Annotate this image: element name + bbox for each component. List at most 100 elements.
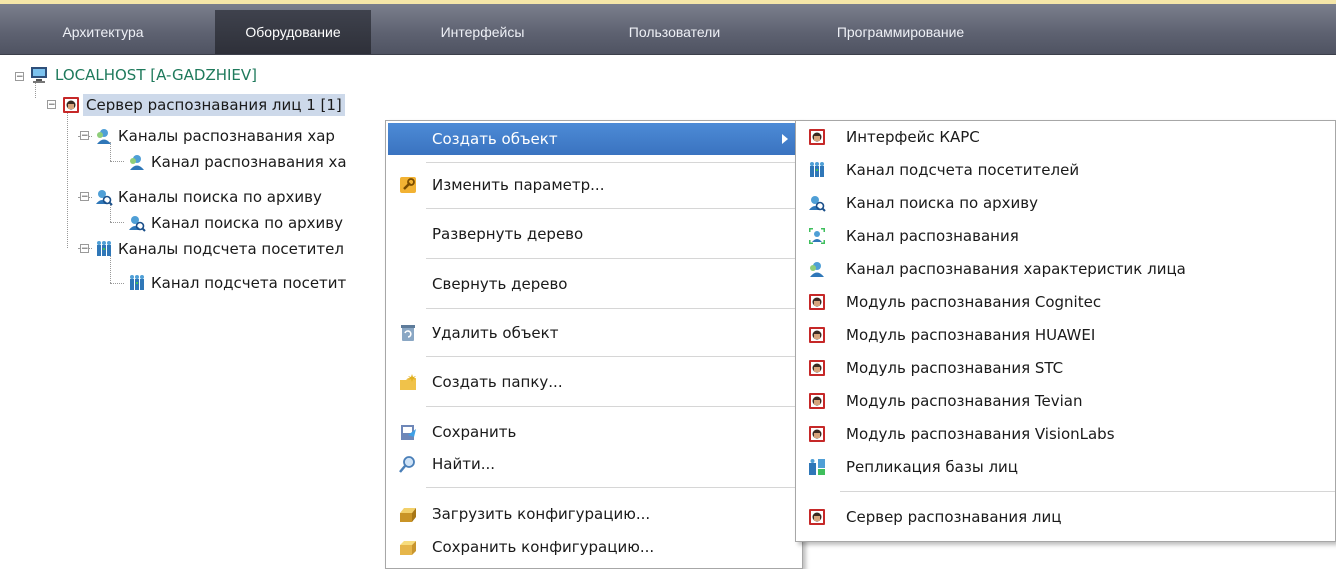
wrench-icon bbox=[399, 176, 417, 194]
tree-node-search-channels[interactable]: Каналы поиска по архиву bbox=[115, 186, 325, 208]
menu-item-label: Развернуть дерево bbox=[432, 225, 584, 243]
expander-search-channels[interactable]: − bbox=[80, 192, 89, 202]
menu-item-create-object[interactable]: Создать объект bbox=[388, 123, 800, 155]
submenu-item-label: Репликация базы лиц bbox=[846, 458, 1018, 476]
tree-node-label: Каналы подсчета посетител bbox=[118, 240, 344, 258]
create-object-submenu: Интерфейс КАРС Канал подсчета посетителе… bbox=[795, 120, 1336, 542]
search-icon bbox=[399, 455, 416, 473]
replication-icon bbox=[809, 459, 825, 475]
context-menu: Создать объект Изменить параметр... Разв… bbox=[385, 120, 803, 569]
visitor-counter-icon bbox=[810, 162, 824, 177]
submenu-item-archive-search[interactable]: Канал поиска по архиву bbox=[798, 187, 1333, 219]
submenu-item-kars-interface[interactable]: Интерфейс КАРС bbox=[798, 121, 1333, 153]
submenu-item-label: Канал распознавания характеристик лица bbox=[846, 260, 1186, 278]
menu-separator bbox=[426, 308, 796, 309]
tree-node-label: Канал поиска по архиву bbox=[151, 214, 344, 232]
load-config-icon bbox=[400, 508, 416, 522]
submenu-item-face-server[interactable]: Сервер распознавания лиц bbox=[798, 501, 1333, 533]
submenu-item-visionlabs[interactable]: Модуль распознавания VisionLabs bbox=[798, 418, 1333, 450]
menu-item-label: Сохранить конфигурацию... bbox=[432, 538, 655, 556]
archive-search-icon bbox=[808, 195, 826, 212]
face-module-icon bbox=[809, 294, 825, 310]
visitor-counter-icon bbox=[130, 275, 144, 290]
tab-programming[interactable]: Программирование bbox=[793, 10, 1008, 54]
submenu-item-face-attributes-channel[interactable]: Канал распознавания характеристик лица bbox=[798, 253, 1333, 285]
menu-item-label: Изменить параметр... bbox=[432, 176, 605, 194]
submenu-item-label: Канал поиска по архиву bbox=[846, 194, 1039, 212]
tree-node-counter-channel[interactable]: Канал подсчета посетит bbox=[148, 272, 349, 294]
tree-line bbox=[35, 82, 36, 98]
menu-item-expand-tree[interactable]: Развернуть дерево bbox=[388, 218, 800, 250]
tree-node-recognition-channels[interactable]: Каналы распознавания хар bbox=[115, 125, 338, 147]
menu-item-find[interactable]: Найти... bbox=[388, 448, 800, 480]
tree-node-counter-channels[interactable]: Каналы подсчета посетител bbox=[115, 238, 347, 260]
archive-search-icon bbox=[95, 189, 113, 206]
expander-recognition-channels[interactable]: − bbox=[80, 131, 89, 141]
submenu-item-label: Модуль распознавания VisionLabs bbox=[846, 425, 1115, 443]
menu-item-collapse-tree[interactable]: Свернуть дерево bbox=[388, 268, 800, 300]
save-config-icon bbox=[400, 541, 416, 555]
tree-node-recognition-channel[interactable]: Канал распознавания ха bbox=[148, 151, 350, 173]
delete-icon bbox=[400, 324, 416, 342]
submenu-item-label: Канал распознавания bbox=[846, 227, 1019, 245]
menu-separator bbox=[426, 406, 796, 407]
tree-line bbox=[110, 204, 111, 222]
visitor-counter-icon bbox=[97, 241, 111, 256]
tree-node-label: Каналы распознавания хар bbox=[118, 127, 335, 145]
face-module-icon bbox=[809, 129, 825, 145]
tree-node-localhost[interactable]: LOCALHOST [A-GADZHIEV] bbox=[52, 64, 260, 86]
face-module-icon bbox=[809, 509, 825, 525]
submenu-item-cognitec[interactable]: Модуль распознавания Cognitec bbox=[798, 286, 1333, 318]
tree-line bbox=[110, 283, 124, 284]
face-module-icon bbox=[809, 360, 825, 376]
menu-item-label: Загрузить конфигурацию... bbox=[432, 505, 651, 523]
menu-separator bbox=[840, 491, 1335, 492]
menu-item-save-config[interactable]: Сохранить конфигурацию... bbox=[388, 531, 800, 563]
archive-search-icon bbox=[128, 215, 146, 232]
expander-server[interactable]: − bbox=[47, 100, 56, 110]
submenu-item-huawei[interactable]: Модуль распознавания HUAWEI bbox=[798, 319, 1333, 351]
submenu-item-recognition-channel[interactable]: Канал распознавания bbox=[798, 220, 1333, 252]
tree-node-search-channel[interactable]: Канал поиска по архиву bbox=[148, 212, 346, 234]
face-module-icon bbox=[63, 97, 79, 113]
menu-item-label: Создать объект bbox=[432, 130, 558, 148]
computer-icon bbox=[31, 67, 47, 83]
menu-item-label: Удалить объект bbox=[432, 324, 559, 342]
submenu-item-visitor-counter[interactable]: Канал подсчета посетителей bbox=[798, 154, 1333, 186]
tab-architecture[interactable]: Архитектура bbox=[28, 10, 178, 54]
submenu-item-tevian[interactable]: Модуль распознавания Tevian bbox=[798, 385, 1333, 417]
menu-item-edit-parameter[interactable]: Изменить параметр... bbox=[388, 169, 800, 201]
tree-node-label: Канал распознавания ха bbox=[151, 153, 347, 171]
menu-separator bbox=[426, 208, 796, 209]
tree-node-label: Сервер распознавания лиц 1 [1] bbox=[83, 94, 345, 116]
face-module-icon bbox=[809, 393, 825, 409]
tree-node-server[interactable]: Сервер распознавания лиц 1 [1] bbox=[83, 94, 345, 116]
menu-item-label: Свернуть дерево bbox=[432, 275, 568, 293]
tab-equipment[interactable]: Оборудование bbox=[215, 10, 371, 54]
submenu-item-face-db-replication[interactable]: Репликация базы лиц bbox=[798, 451, 1333, 483]
menu-item-label: Найти... bbox=[432, 455, 496, 473]
face-module-icon bbox=[809, 327, 825, 343]
tab-users[interactable]: Пользователи bbox=[597, 10, 752, 54]
face-module-icon bbox=[809, 426, 825, 442]
person-icon bbox=[130, 155, 144, 170]
new-folder-icon bbox=[400, 374, 416, 390]
menu-item-load-config[interactable]: Загрузить конфигурацию... bbox=[388, 498, 800, 530]
submenu-item-label: Канал подсчета посетителей bbox=[846, 161, 1080, 179]
submenu-arrow-icon bbox=[782, 134, 788, 144]
menu-item-delete-object[interactable]: Удалить объект bbox=[388, 317, 800, 349]
submenu-item-stc[interactable]: Модуль распознавания STC bbox=[798, 352, 1333, 384]
menu-item-create-folder[interactable]: Создать папку... bbox=[388, 366, 800, 398]
menu-item-save[interactable]: Сохранить bbox=[388, 416, 800, 448]
expander-counter-channels[interactable]: − bbox=[80, 244, 89, 254]
submenu-item-label: Модуль распознавания HUAWEI bbox=[846, 326, 1096, 344]
save-icon bbox=[401, 425, 416, 440]
tab-interfaces[interactable]: Интерфейсы bbox=[405, 10, 560, 54]
tree-node-label: LOCALHOST [A-GADZHIEV] bbox=[55, 66, 258, 84]
submenu-item-label: Модуль распознавания STC bbox=[846, 359, 1064, 377]
face-recognition-icon bbox=[809, 228, 825, 244]
tree-line bbox=[67, 105, 68, 248]
tree-line bbox=[110, 254, 111, 283]
tree-node-label: Канал подсчета посетит bbox=[151, 274, 347, 292]
expander-root[interactable]: − bbox=[15, 72, 24, 82]
